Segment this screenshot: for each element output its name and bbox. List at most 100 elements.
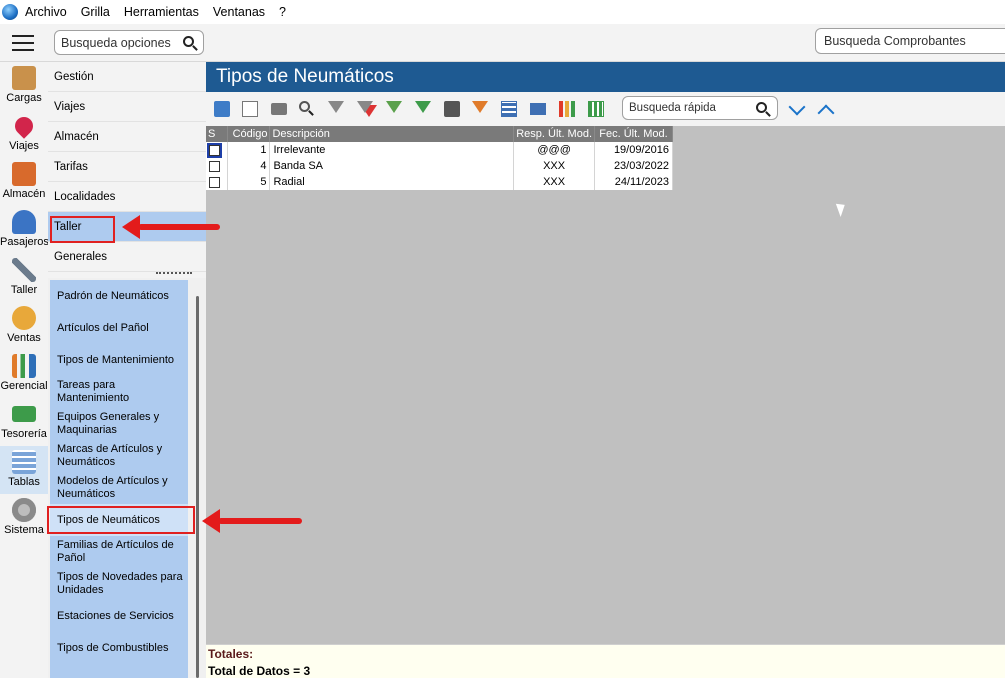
row-checkbox[interactable] bbox=[207, 142, 222, 158]
submenu-item[interactable]: Marcas de Artículos y Neumáticos bbox=[50, 440, 188, 472]
col-header-fecha[interactable]: Fec. Últ. Mod. bbox=[594, 126, 673, 142]
passenger-icon bbox=[12, 210, 36, 234]
map-pin-icon bbox=[11, 113, 37, 139]
row-select-cell[interactable] bbox=[206, 174, 229, 190]
money-icon bbox=[12, 406, 36, 422]
table-row[interactable]: 4 Banda SA XXX 23/03/2022 bbox=[206, 158, 673, 174]
search-icon[interactable] bbox=[756, 102, 767, 116]
row-checkbox[interactable] bbox=[209, 176, 220, 188]
menu-archivo[interactable]: Archivo bbox=[18, 5, 74, 19]
section-localidades[interactable]: Localidades bbox=[48, 182, 206, 212]
chart-icon[interactable] bbox=[559, 101, 575, 117]
module-tesoreria[interactable]: Tesorería bbox=[0, 398, 48, 446]
clear-filter-icon[interactable] bbox=[357, 101, 373, 113]
col-header-resp[interactable]: Resp. Últ. Mod. bbox=[513, 126, 596, 142]
module-label: Cargas bbox=[6, 92, 42, 104]
module-label: Tesorería bbox=[1, 428, 47, 440]
quick-search-input[interactable]: Busqueda rápida bbox=[622, 96, 778, 120]
col-header-codigo[interactable]: Código bbox=[227, 126, 271, 142]
table-row[interactable]: 5 Radial XXX 24/11/2023 bbox=[206, 174, 673, 190]
module-tablas[interactable]: Tablas bbox=[0, 446, 48, 494]
submenu-scrollbar[interactable] bbox=[196, 296, 199, 678]
section-almacen[interactable]: Almacén bbox=[48, 122, 206, 152]
module-almacen[interactable]: Almacén bbox=[0, 158, 48, 206]
section-generales[interactable]: Generales bbox=[48, 242, 206, 272]
col-header-s[interactable]: S bbox=[206, 126, 229, 142]
options-search-placeholder: Busqueda opciones bbox=[61, 35, 171, 50]
cell-fecha: 24/11/2023 bbox=[594, 174, 673, 190]
module-ventas[interactable]: Ventas bbox=[0, 302, 48, 350]
options-search-input[interactable]: Busqueda opciones bbox=[54, 30, 204, 55]
main-panel: Tipos de Neumáticos Busqueda rápida S Có… bbox=[206, 62, 1005, 678]
grid-toolbar: Busqueda rápida bbox=[206, 92, 1005, 126]
comprobantes-search-placeholder: Busqueda Comprobantes bbox=[824, 34, 966, 48]
spreadsheet-icon[interactable] bbox=[588, 101, 604, 117]
submenu-item[interactable]: Padrón de Neumáticos bbox=[50, 280, 188, 312]
submenu-item[interactable]: Tipos de Mantenimiento bbox=[50, 344, 188, 376]
menu-ventanas[interactable]: Ventanas bbox=[206, 5, 272, 19]
chevron-down-icon[interactable] bbox=[788, 98, 806, 116]
row-select-cell[interactable] bbox=[206, 158, 229, 174]
module-label: Ventas bbox=[7, 332, 41, 344]
module-pasajeros[interactable]: Pasajeros bbox=[0, 206, 49, 254]
submenu-item[interactable]: Artículos del Pañol bbox=[50, 312, 188, 344]
section-gestion[interactable]: Gestión bbox=[48, 62, 206, 92]
cell-codigo: 5 bbox=[227, 174, 271, 190]
row-checkbox[interactable] bbox=[209, 160, 220, 172]
row-select-cell[interactable] bbox=[206, 142, 229, 158]
filter-down-icon[interactable] bbox=[472, 101, 488, 113]
app-globe-icon bbox=[2, 4, 18, 20]
module-label: Gerencial bbox=[0, 380, 48, 392]
menu-help[interactable]: ? bbox=[272, 5, 293, 19]
save-filter-icon[interactable] bbox=[444, 101, 460, 117]
edit-icon[interactable] bbox=[214, 101, 230, 117]
cell-codigo: 4 bbox=[227, 158, 271, 174]
columns-icon[interactable] bbox=[501, 101, 517, 117]
submenu-item[interactable]: Tipos de Novedades para Unidades bbox=[50, 568, 188, 600]
top-search-row: Busqueda opciones Busqueda Comprobantes bbox=[0, 24, 1005, 62]
search-icon[interactable] bbox=[183, 36, 194, 50]
print-icon[interactable] bbox=[271, 103, 287, 115]
module-taller[interactable]: Taller bbox=[0, 254, 48, 302]
new-document-icon[interactable] bbox=[242, 101, 258, 117]
submenu-item[interactable]: Tipos de Combustibles bbox=[50, 632, 188, 664]
module-label: Sistema bbox=[4, 524, 44, 536]
chart-icon bbox=[12, 354, 36, 378]
chevron-up-icon[interactable] bbox=[817, 104, 835, 122]
section-viajes[interactable]: Viajes bbox=[48, 92, 206, 122]
box-icon bbox=[12, 66, 36, 90]
menu-grilla[interactable]: Grilla bbox=[74, 5, 117, 19]
submenu-item[interactable]: Equipos Generales y Maquinarias bbox=[50, 408, 188, 440]
annotation-arrow-taller bbox=[122, 215, 220, 239]
hamburger-menu-icon[interactable] bbox=[12, 35, 34, 51]
warehouse-icon bbox=[12, 162, 36, 186]
submenu-item[interactable]: Tareas para Mantenimiento bbox=[50, 376, 188, 408]
export-icon[interactable] bbox=[530, 103, 546, 115]
grid-header-row: S Código Descripción Resp. Últ. Mod. Fec… bbox=[206, 126, 673, 142]
comprobantes-search-input[interactable]: Busqueda Comprobantes bbox=[815, 28, 1005, 54]
module-sistema[interactable]: Sistema bbox=[0, 494, 48, 542]
filter-icon[interactable] bbox=[328, 101, 344, 113]
module-cargas[interactable]: Cargas bbox=[0, 62, 48, 110]
filter-check-icon[interactable] bbox=[415, 101, 431, 113]
table-row[interactable]: 1 Irrelevante @@@ 19/09/2016 bbox=[206, 142, 673, 158]
module-gerencial[interactable]: Gerencial bbox=[0, 350, 48, 398]
find-icon[interactable] bbox=[299, 101, 315, 117]
col-header-descripcion[interactable]: Descripción bbox=[269, 126, 515, 142]
data-grid: S Código Descripción Resp. Últ. Mod. Fec… bbox=[206, 126, 673, 190]
module-viajes[interactable]: Viajes bbox=[0, 110, 48, 158]
module-label: Almacén bbox=[2, 188, 46, 200]
highlight-box-taller bbox=[50, 216, 115, 243]
menu-herramientas[interactable]: Herramientas bbox=[117, 5, 206, 19]
splitter-grip[interactable] bbox=[156, 272, 192, 276]
submenu-item[interactable]: Familias de Artículos de Pañol bbox=[50, 536, 188, 568]
cell-fecha: 19/09/2016 bbox=[594, 142, 673, 158]
menu-bar: Archivo Grilla Herramientas Ventanas ? bbox=[0, 0, 1005, 24]
section-tarifas[interactable]: Tarifas bbox=[48, 152, 206, 182]
gear-icon bbox=[12, 498, 36, 522]
highlight-box-tipos-neumaticos bbox=[47, 506, 195, 534]
cell-descripcion: Banda SA bbox=[269, 158, 515, 174]
filter-add-icon[interactable] bbox=[386, 101, 402, 113]
submenu-item[interactable]: Estaciones de Servicios bbox=[50, 600, 188, 632]
submenu-item[interactable]: Modelos de Artículos y Neumáticos bbox=[50, 472, 188, 504]
